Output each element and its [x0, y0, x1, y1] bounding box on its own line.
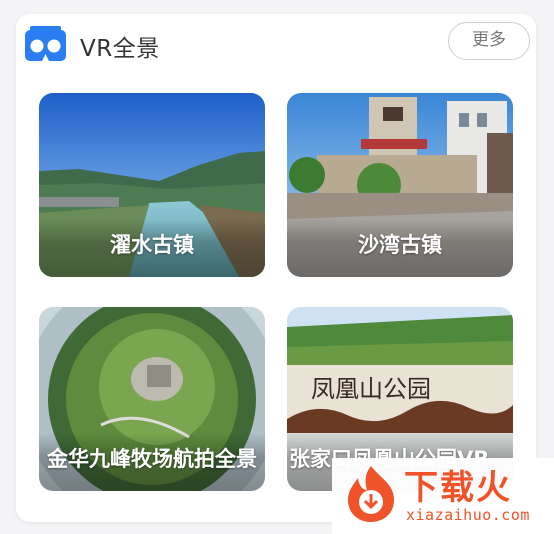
flame-logo-icon	[348, 466, 394, 522]
panorama-tile-jiufeng[interactable]: 金华九峰牧场航拍全景	[39, 307, 265, 491]
park-sign-text: 凤凰山公园	[311, 376, 431, 403]
tile-label: 濯水古镇	[110, 233, 194, 257]
section-header: VR全景 更多	[24, 22, 530, 68]
tile-label: 沙湾古镇	[358, 233, 442, 257]
watermark-domain: xiazaihuo.com	[406, 506, 530, 524]
panorama-tile-shawan[interactable]: 沙湾古镇	[287, 93, 513, 277]
more-button[interactable]: 更多	[448, 22, 530, 60]
vr-headset-icon	[25, 26, 66, 61]
watermark: 下载火 xiazaihuo.com	[332, 458, 554, 534]
tile-label: 金华九峰牧场航拍全景	[47, 447, 257, 471]
panorama-tile-zhuoshui[interactable]: 濯水古镇	[39, 93, 265, 277]
watermark-name: 下载火	[404, 468, 512, 508]
section-title: VR全景	[80, 36, 160, 62]
